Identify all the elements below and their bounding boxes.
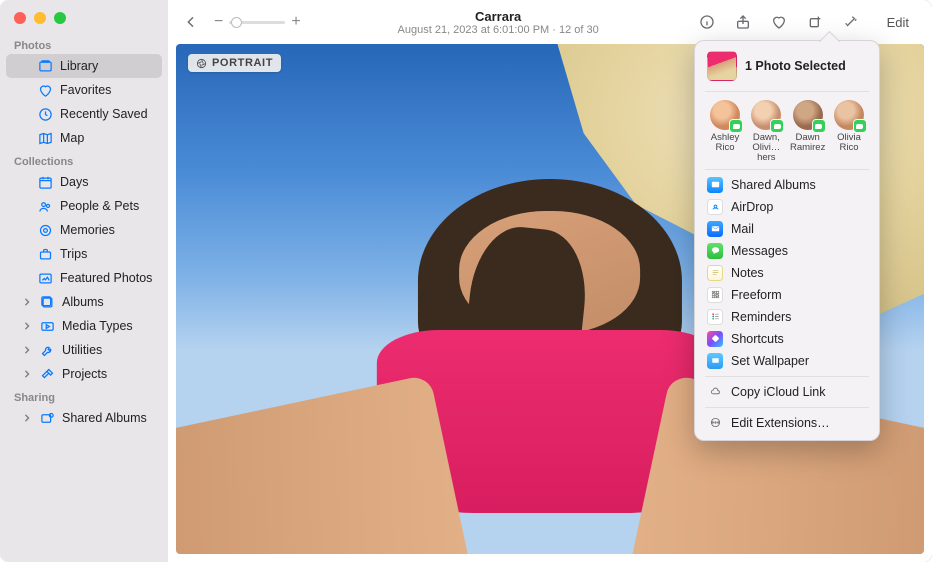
map-icon xyxy=(37,130,53,146)
share-set-wallpaper[interactable]: Set Wallpaper xyxy=(695,350,879,372)
cloud-icon xyxy=(707,384,723,400)
chevron-right-icon[interactable] xyxy=(22,297,32,307)
section-header-sharing: Sharing xyxy=(0,386,168,406)
sidebar-item-trips[interactable]: Trips xyxy=(6,242,162,266)
back-button[interactable] xyxy=(180,11,202,33)
minimize-window-button[interactable] xyxy=(34,12,46,24)
app-window: Photos Library Favorites Recently Saved … xyxy=(0,0,932,562)
library-icon xyxy=(37,58,53,74)
sidebar-item-memories[interactable]: Memories xyxy=(6,218,162,242)
suitcase-icon xyxy=(37,246,53,262)
share-contacts-row: Ashley Rico Dawn, Olivi…hers Dawn Ramire… xyxy=(695,94,879,167)
share-freeform[interactable]: Freeform xyxy=(695,284,879,306)
share-popover-title: 1 Photo Selected xyxy=(745,59,846,73)
messages-badge-icon xyxy=(729,119,743,133)
aperture-icon xyxy=(196,58,207,69)
messages-badge-icon xyxy=(853,119,867,133)
edit-button[interactable]: Edit xyxy=(876,11,920,34)
wrench-icon xyxy=(39,342,55,358)
photo-title: Carrara xyxy=(311,9,686,24)
hammer-icon xyxy=(39,366,55,382)
chevron-right-icon[interactable] xyxy=(22,369,32,379)
clock-icon xyxy=(37,106,53,122)
share-contact[interactable]: Dawn, Olivi…hers xyxy=(746,100,786,163)
main-content: − + Carrara August 21, 2023 at 6:01:00 P… xyxy=(168,0,932,562)
chevron-right-icon[interactable] xyxy=(22,321,32,331)
chevron-right-icon[interactable] xyxy=(22,345,32,355)
sidebar-item-media-types[interactable]: Media Types xyxy=(6,314,162,338)
sidebar-item-recently-saved[interactable]: Recently Saved xyxy=(6,102,162,126)
share-airdrop[interactable]: AirDrop xyxy=(695,196,879,218)
sidebar-item-albums[interactable]: Albums xyxy=(6,290,162,314)
sidebar-item-people-pets[interactable]: People & Pets xyxy=(6,194,162,218)
sidebar: Photos Library Favorites Recently Saved … xyxy=(0,0,168,562)
heart-icon xyxy=(37,82,53,98)
sidebar-item-featured-photos[interactable]: Featured Photos xyxy=(6,266,162,290)
sidebar-item-utilities[interactable]: Utilities xyxy=(6,338,162,362)
favorite-button[interactable] xyxy=(768,11,790,33)
calendar-icon xyxy=(37,174,53,190)
fullscreen-window-button[interactable] xyxy=(54,12,66,24)
chevron-right-icon[interactable] xyxy=(22,413,32,423)
zoom-in-icon: + xyxy=(291,13,300,31)
share-contact[interactable]: Olivia Rico xyxy=(829,100,869,163)
zoom-slider[interactable]: − + xyxy=(214,13,301,31)
share-contact[interactable]: Ashley Rico xyxy=(705,100,745,163)
messages-badge-icon xyxy=(770,119,784,133)
sidebar-item-shared-albums[interactable]: Shared Albums xyxy=(6,406,162,430)
share-reminders[interactable]: Reminders xyxy=(695,306,879,328)
info-button[interactable] xyxy=(696,11,718,33)
sidebar-item-favorites[interactable]: Favorites xyxy=(6,78,162,102)
share-copy-icloud-link[interactable]: Copy iCloud Link xyxy=(695,381,879,403)
share-button[interactable] xyxy=(732,11,754,33)
sidebar-item-map[interactable]: Map xyxy=(6,126,162,150)
share-edit-extensions[interactable]: Edit Extensions… xyxy=(695,412,879,434)
shared-album-icon xyxy=(39,410,55,426)
messages-badge-icon xyxy=(812,119,826,133)
toolbar: − + Carrara August 21, 2023 at 6:01:00 P… xyxy=(168,0,932,44)
share-mail[interactable]: Mail xyxy=(695,218,879,240)
share-shared-albums[interactable]: Shared Albums xyxy=(695,174,879,196)
share-thumbnail xyxy=(707,51,737,81)
share-notes[interactable]: Notes xyxy=(695,262,879,284)
people-icon xyxy=(37,198,53,214)
photo-subtitle: August 21, 2023 at 6:01:00 PM · 12 of 30 xyxy=(311,24,686,36)
memories-icon xyxy=(37,222,53,238)
section-header-collections: Collections xyxy=(0,150,168,170)
section-header-photos: Photos xyxy=(0,34,168,54)
close-window-button[interactable] xyxy=(14,12,26,24)
share-contact[interactable]: Dawn Ramirez xyxy=(788,100,828,163)
zoom-out-icon: − xyxy=(214,13,223,31)
sidebar-item-projects[interactable]: Projects xyxy=(6,362,162,386)
extensions-icon xyxy=(707,415,723,431)
album-icon xyxy=(39,294,55,310)
media-types-icon xyxy=(39,318,55,334)
share-popover: 1 Photo Selected Ashley Rico Dawn, Olivi… xyxy=(694,40,880,441)
featured-icon xyxy=(37,270,53,286)
sidebar-item-library[interactable]: Library xyxy=(6,54,162,78)
window-controls xyxy=(0,0,168,34)
share-shortcuts[interactable]: Shortcuts xyxy=(695,328,879,350)
share-messages[interactable]: Messages xyxy=(695,240,879,262)
portrait-badge[interactable]: PORTRAIT xyxy=(188,54,281,72)
rotate-button[interactable] xyxy=(804,11,826,33)
auto-enhance-button[interactable] xyxy=(840,11,862,33)
sidebar-item-days[interactable]: Days xyxy=(6,170,162,194)
